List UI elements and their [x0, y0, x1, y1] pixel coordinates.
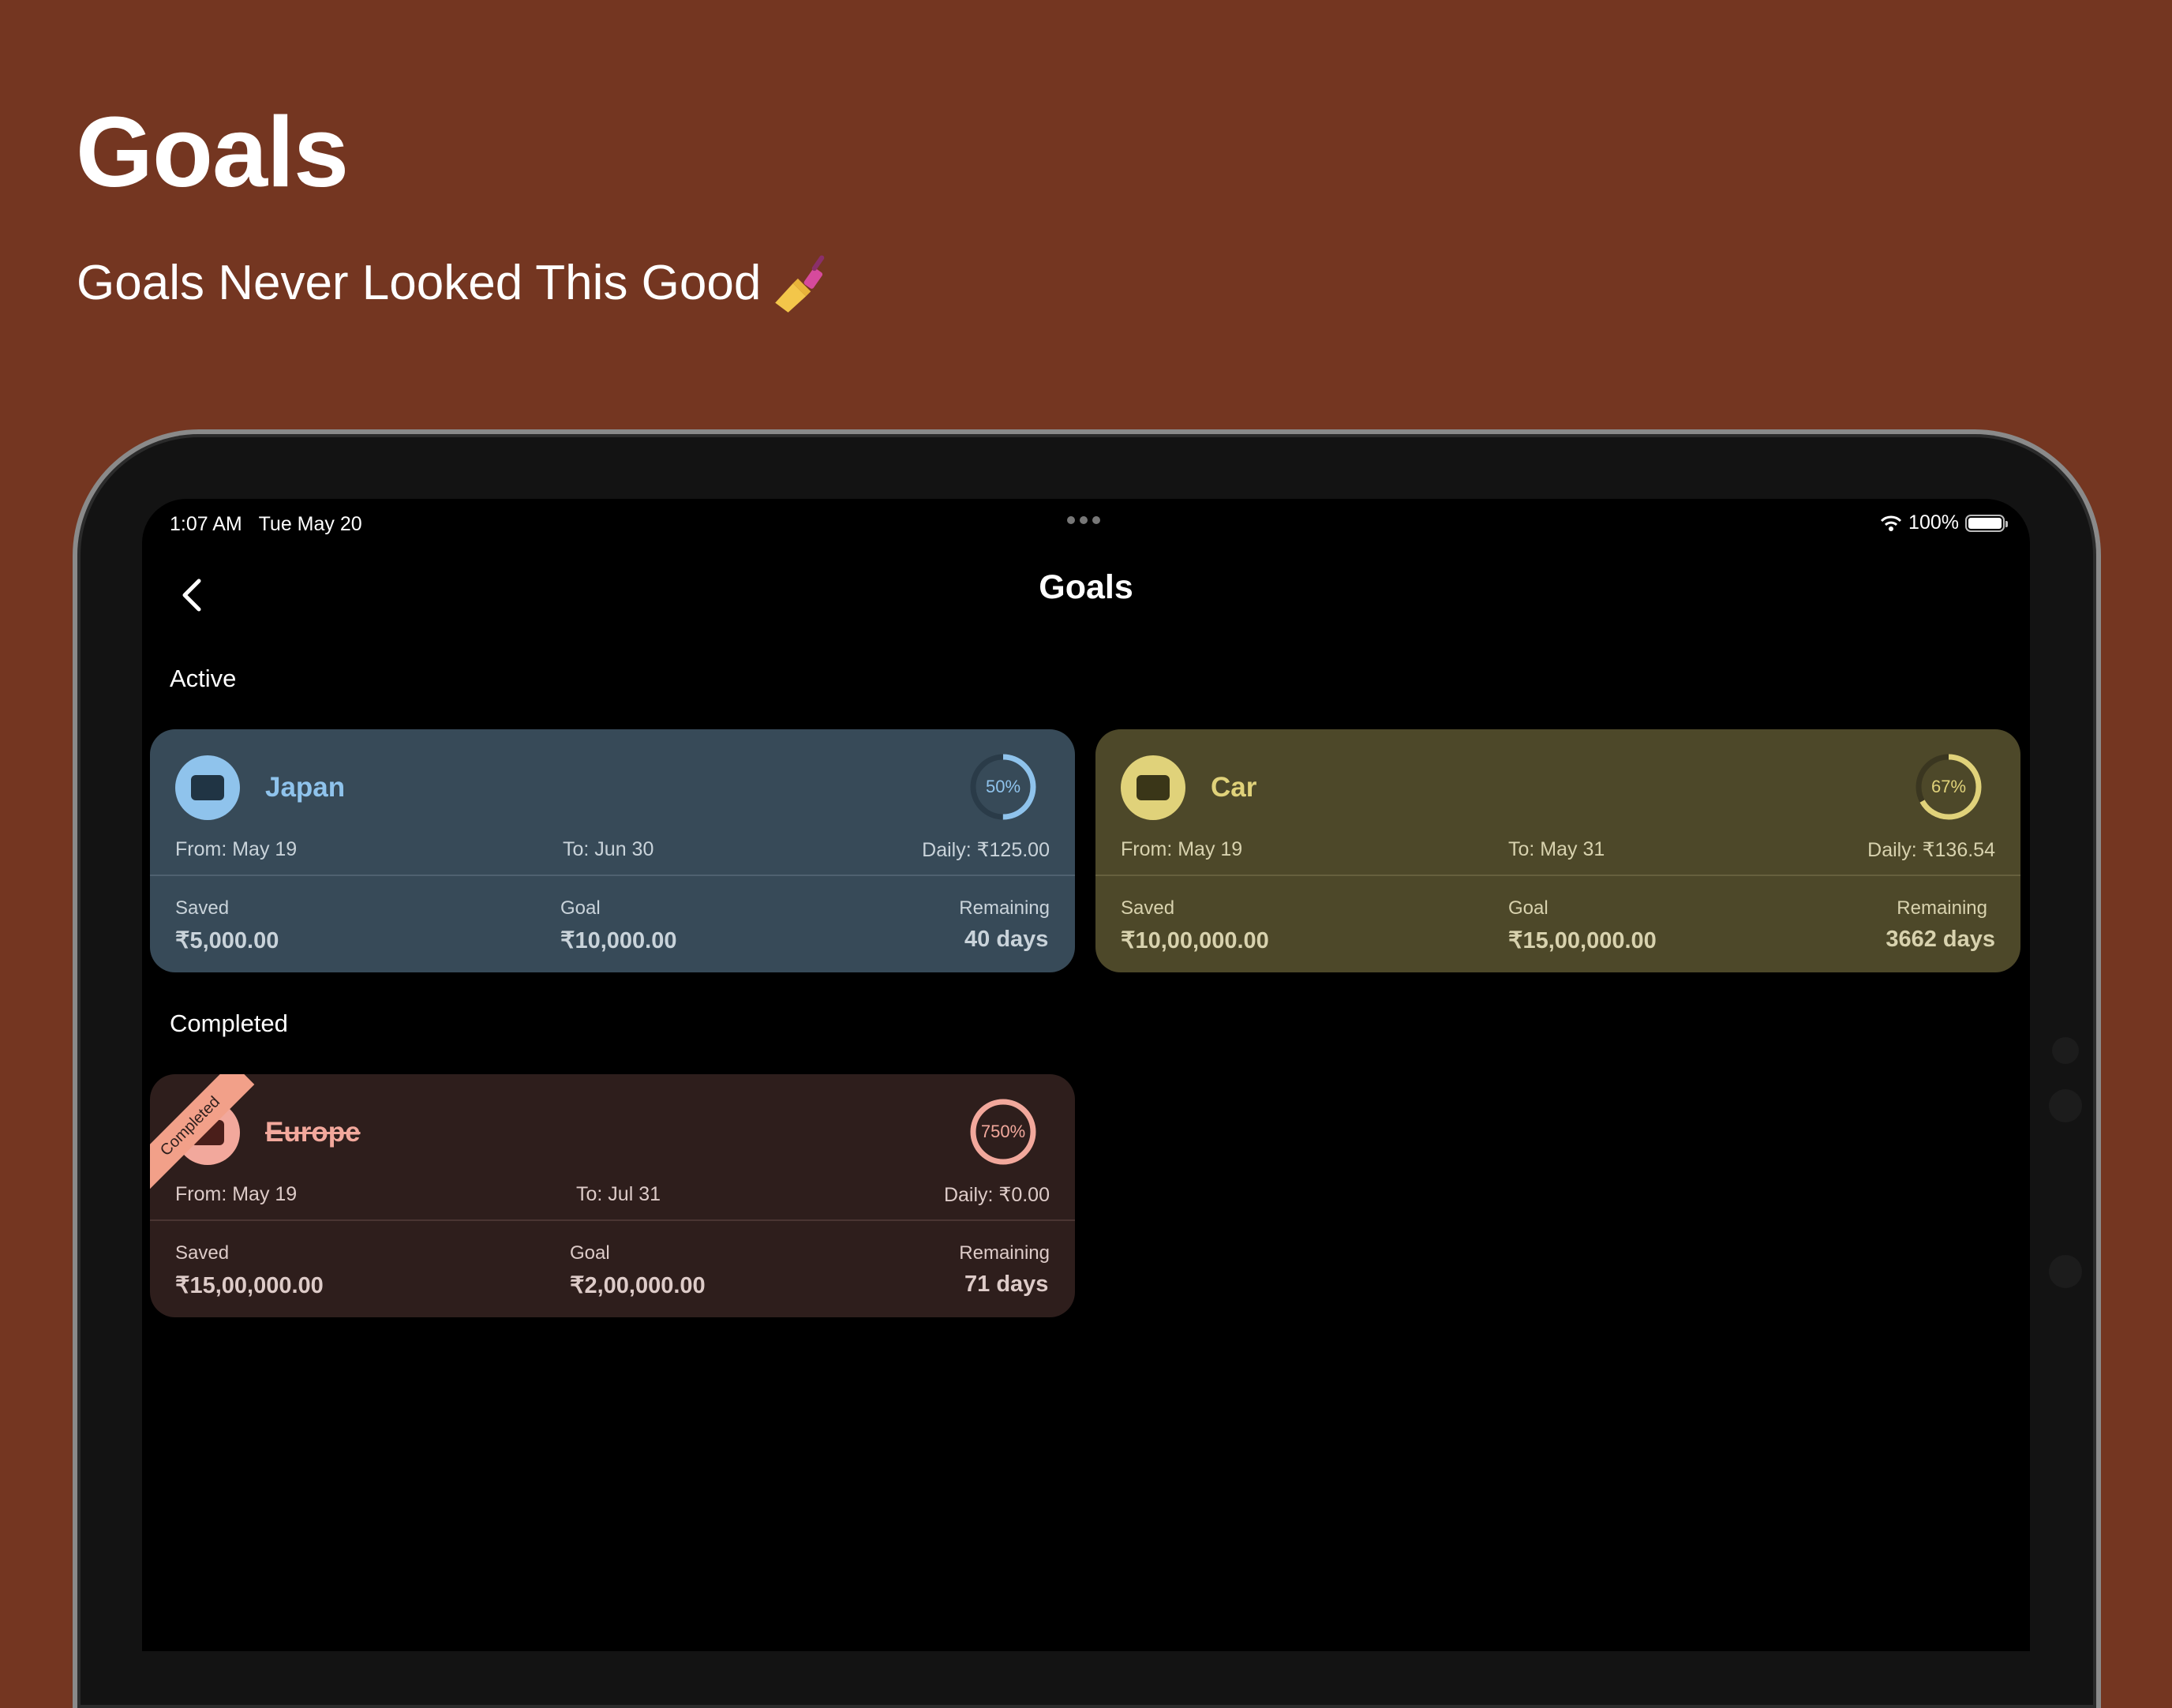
- status-time: 1:07 AM: [170, 513, 242, 535]
- remaining-value: 3662 days: [1886, 927, 1995, 952]
- progress-label: 67%: [1930, 777, 1967, 796]
- progress-label: 50%: [985, 777, 1021, 796]
- goal-card-japan[interactable]: Japan 50% From: May 19 To: Jun 30 Daily:…: [150, 729, 1075, 972]
- to-date: To: Jun 30: [563, 838, 654, 860]
- saved-label: Saved: [175, 897, 230, 919]
- to-date: To: May 31: [1508, 838, 1605, 860]
- saved-value: ₹5,000.00: [175, 928, 279, 953]
- app-screen: 1:07 AM Tue May 20 100% Goals Active Jap…: [142, 499, 2030, 1651]
- divider: [150, 875, 1075, 876]
- goal-value: ₹2,00,000.00: [570, 1273, 706, 1298]
- remaining-value: 40 days: [964, 927, 1049, 952]
- daily-amount: Daily: ₹125.00: [922, 839, 1050, 861]
- to-date: To: Jul 31: [576, 1183, 661, 1205]
- goal-name: Japan: [265, 772, 346, 803]
- section-completed: Completed: [170, 1009, 288, 1037]
- status-date: Tue May 20: [258, 513, 362, 535]
- promo-subtitle-text: Goals Never Looked This Good: [77, 255, 762, 310]
- battery-icon: [1965, 514, 2008, 532]
- credit-card-icon: [1121, 755, 1185, 820]
- from-date: From: May 19: [175, 1183, 298, 1205]
- saved-label: Saved: [1121, 897, 1175, 919]
- promo-subtitle: Goals Never Looked This Good: [77, 251, 833, 316]
- divider: [150, 1219, 1075, 1221]
- promo-title: Goals: [76, 96, 349, 208]
- saved-value: ₹15,00,000.00: [175, 1273, 324, 1298]
- sensor-dot: [2049, 1089, 2082, 1122]
- wifi-icon: [1880, 515, 1902, 531]
- goal-card-europe[interactable]: Completed Europe 750% From: May 19 To: J…: [150, 1074, 1075, 1317]
- goal-value: ₹15,00,000.00: [1508, 928, 1657, 953]
- sensor-dot: [2049, 1255, 2082, 1288]
- nail-polish-emoji-icon: [775, 255, 825, 313]
- battery-percent: 100%: [1908, 511, 1959, 534]
- daily-amount: Daily: ₹0.00: [943, 1184, 1050, 1206]
- daily-amount: Daily: ₹136.54: [1867, 839, 1995, 861]
- goal-name: Car: [1211, 772, 1257, 803]
- section-active: Active: [170, 665, 237, 692]
- goal-label: Goal: [1508, 897, 1548, 919]
- camera-dot: [2052, 1037, 2079, 1064]
- multitasking-dots-icon[interactable]: [1065, 515, 1102, 526]
- goal-value: ₹10,000.00: [560, 928, 677, 953]
- remaining-label: Remaining: [1897, 897, 1987, 919]
- goal-name: Europe: [265, 1117, 361, 1148]
- from-date: From: May 19: [1121, 838, 1243, 860]
- goal-label: Goal: [570, 1242, 610, 1264]
- saved-label: Saved: [175, 1242, 230, 1264]
- nav-title: Goals: [1039, 568, 1133, 606]
- saved-value: ₹10,00,000.00: [1121, 928, 1269, 953]
- remaining-label: Remaining: [959, 1242, 1050, 1264]
- divider: [1095, 875, 2020, 876]
- status-bar: 1:07 AM Tue May 20 100%: [142, 499, 2030, 549]
- remaining-label: Remaining: [959, 897, 1050, 919]
- remaining-value: 71 days: [964, 1272, 1049, 1297]
- goal-label: Goal: [560, 897, 601, 919]
- goal-card-car[interactable]: Car 67% From: May 19 To: May 31 Daily: ₹…: [1095, 729, 2020, 972]
- progress-label: 750%: [980, 1122, 1026, 1141]
- credit-card-icon: [175, 755, 240, 820]
- from-date: From: May 19: [175, 838, 298, 860]
